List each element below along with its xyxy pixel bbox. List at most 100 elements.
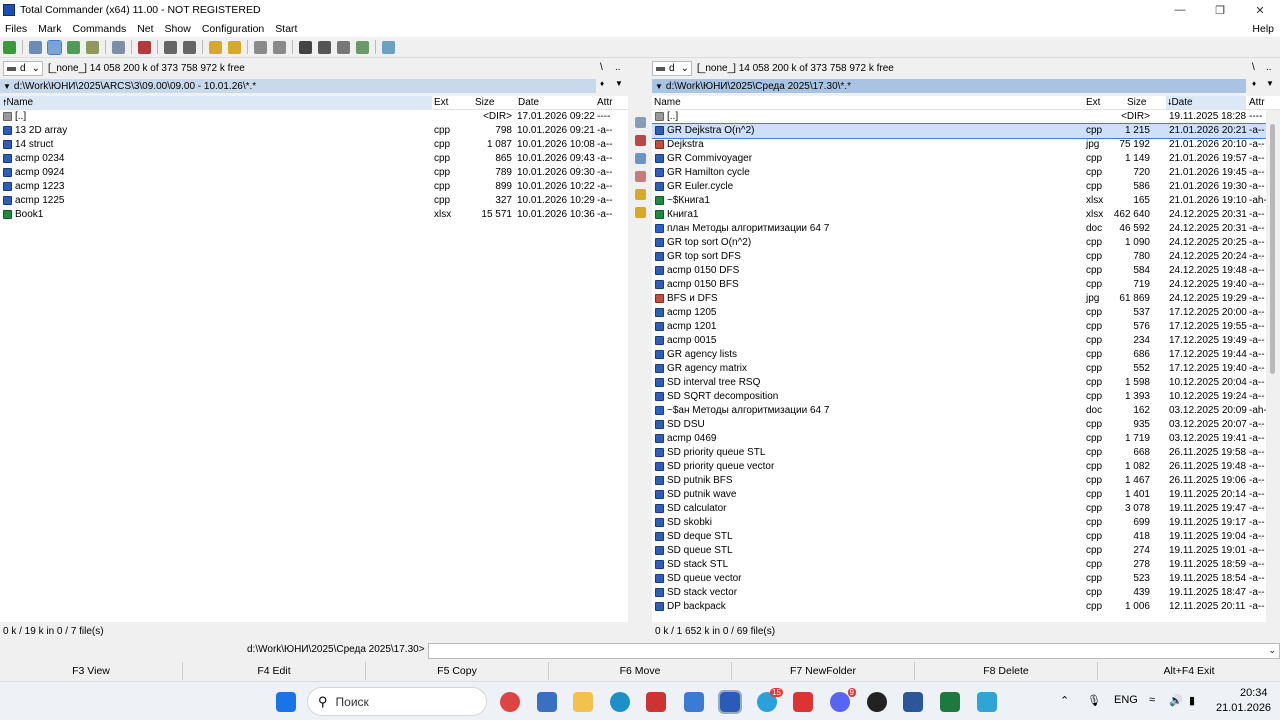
- app-icon-red[interactable]: [646, 692, 666, 712]
- clock-date[interactable]: 21.01.2026: [1216, 702, 1271, 714]
- url-icon[interactable]: [356, 40, 369, 54]
- menu-files[interactable]: Files: [5, 23, 27, 35]
- file-row[interactable]: acmp 0150 DFS cpp 584 24.12.2025 19:48 -a--: [652, 264, 1266, 278]
- file-row[interactable]: Dejkstra jpg 75 192 21.01.2026 20:10 -a--: [652, 138, 1266, 152]
- app-icon-cyan[interactable]: [977, 692, 997, 712]
- view-file-icon[interactable]: [634, 117, 646, 128]
- left-header-name[interactable]: 🠕Name: [0, 96, 432, 109]
- file-row[interactable]: GR Hamilton cycle cpp 720 21.01.2026 19:45-…: [652, 166, 1266, 180]
- file-row[interactable]: SD interval tree RSQ cpp 1 598 10.12.2025 2…: [652, 376, 1266, 390]
- copy-file-icon[interactable]: [634, 153, 646, 164]
- wifi-icon[interactable]: ≈: [1149, 694, 1155, 706]
- f8-delete-button[interactable]: F8 Delete: [915, 662, 1098, 680]
- battery-icon[interactable]: ▮: [1189, 694, 1195, 707]
- f4-edit-button[interactable]: F4 Edit: [183, 662, 366, 680]
- file-row[interactable]: Book1 xlsx 15 571 10.01.2026 10:36 -a--: [0, 208, 628, 222]
- file-row[interactable]: GR top sort O(n^2) cpp 1 090 24.12.2025 20:…: [652, 236, 1266, 250]
- pack-icon[interactable]: [209, 40, 222, 54]
- maximize-button[interactable]: ❐: [1200, 0, 1240, 20]
- f3-view-button[interactable]: F3 View: [0, 662, 183, 680]
- file-row[interactable]: 13 2D array cpp 798 10.01.2026 09:21 -a--: [0, 124, 628, 138]
- file-row[interactable]: SD queue STL cpp 274 19.11.2025 19:01 -a--: [652, 544, 1266, 558]
- sync-dirs-icon[interactable]: [273, 40, 286, 54]
- file-row[interactable]: acmp 1225 cpp 327 10.01.2026 10:29 -a--: [0, 194, 628, 208]
- right-scrollbar-thumb[interactable]: [1270, 124, 1275, 374]
- forward-icon[interactable]: [183, 40, 196, 54]
- left-hotlist-icon[interactable]: ▼: [615, 79, 623, 88]
- file-row[interactable]: SD DSU cpp 935 03.12.2025 20:07 -a--: [652, 418, 1266, 432]
- right-hotlist-icon[interactable]: ▼: [1266, 79, 1274, 88]
- delete-icon[interactable]: [634, 207, 646, 218]
- file-row[interactable]: SD SQRT decomposition cpp 1 393 10.12.2025 …: [652, 390, 1266, 404]
- back-icon[interactable]: [164, 40, 177, 54]
- menu-start[interactable]: Start: [275, 23, 297, 35]
- file-row[interactable]: [..] <DIR> 19.11.2025 18:28 ----: [652, 110, 1266, 124]
- file-row[interactable]: acmp 0234 cpp 865 10.01.2026 09:43 -a--: [0, 152, 628, 166]
- right-path-bar[interactable]: ▼ d:\Work\ЮНИ\2025\Среда 2025\17.30\*.*: [652, 79, 1246, 93]
- word-icon[interactable]: [903, 692, 923, 712]
- sort-icon[interactable]: [112, 40, 125, 54]
- file-row[interactable]: SD calculator cpp 3 078 19.11.2025 19:47 -a-…: [652, 502, 1266, 516]
- tree-icon[interactable]: [86, 40, 99, 54]
- left-root-button[interactable]: \: [600, 62, 603, 73]
- menu-configuration[interactable]: Configuration: [202, 23, 264, 35]
- full-view-icon[interactable]: [47, 39, 62, 55]
- left-header-ext[interactable]: Ext: [434, 97, 448, 108]
- file-row[interactable]: SD deque STL cpp 418 19.11.2025 19:04 -a--: [652, 530, 1266, 544]
- taskbar-search[interactable]: ⚲ Поиск: [307, 687, 487, 716]
- menu-commands[interactable]: Commands: [73, 23, 127, 35]
- f5-copy-button[interactable]: F5 Copy: [366, 662, 549, 680]
- right-history-icon[interactable]: ♦: [1252, 79, 1256, 88]
- right-header-name[interactable]: Name: [654, 97, 681, 108]
- file-row[interactable]: SD priority queue STL cpp 668 26.11.2025 19…: [652, 446, 1266, 460]
- discord-icon[interactable]: 9: [830, 688, 856, 712]
- file-row[interactable]: SD putnik wave cpp 1 401 19.11.2025 20:14 -a…: [652, 488, 1266, 502]
- command-input[interactable]: ⌄: [428, 643, 1280, 659]
- notepad-icon[interactable]: [382, 40, 395, 54]
- file-row[interactable]: acmp 1205 cpp 537 17.12.2025 20:00 -a--: [652, 306, 1266, 320]
- invert-selection-icon[interactable]: [138, 40, 151, 54]
- file-row[interactable]: acmp 0150 BFS cpp 719 24.12.2025 19:40 -a--: [652, 278, 1266, 292]
- file-row[interactable]: GR top sort DFS cpp 780 24.12.2025 20:24 -a-…: [652, 250, 1266, 264]
- refresh-icon[interactable]: [3, 40, 16, 54]
- f7-newfolder-button[interactable]: F7 NewFolder: [732, 662, 915, 680]
- file-row[interactable]: Книга1 xlsx 462 640 24.12.2025 20:31 -a--: [652, 208, 1266, 222]
- file-row[interactable]: SD putnik BFS cpp 1 467 26.11.2025 19:06 -a-…: [652, 474, 1266, 488]
- file-row[interactable]: acmp 0924 cpp 789 10.01.2026 09:30 -a--: [0, 166, 628, 180]
- minimize-button[interactable]: —: [1160, 0, 1200, 20]
- volume-icon[interactable]: 🔊: [1169, 694, 1183, 707]
- move-file-icon[interactable]: [634, 171, 646, 182]
- left-header-date[interactable]: Date: [518, 97, 539, 108]
- new-folder-icon[interactable]: [634, 189, 646, 200]
- file-row[interactable]: GR agency lists cpp 686 17.12.2025 19:44 -a-…: [652, 348, 1266, 362]
- right-up-button[interactable]: ..: [1266, 62, 1272, 73]
- language-indicator[interactable]: ENG: [1114, 694, 1138, 706]
- close-button[interactable]: ✕: [1240, 0, 1280, 20]
- right-scrollbar[interactable]: [1267, 110, 1279, 622]
- menu-help[interactable]: Help: [1252, 23, 1274, 35]
- unpack-icon[interactable]: [228, 40, 241, 54]
- menu-net[interactable]: Net: [137, 23, 153, 35]
- store-icon[interactable]: [537, 692, 557, 712]
- file-row[interactable]: GR Euler.cycle cpp 586 21.01.2026 19:30 -a--: [652, 180, 1266, 194]
- multi-rename-icon[interactable]: [318, 40, 331, 54]
- right-header-attr[interactable]: Attr: [1249, 97, 1265, 108]
- file-row[interactable]: ~$ан Методы алгоритмизации 64 7 doc 162 03.…: [652, 404, 1266, 418]
- alt-f4-exit-button[interactable]: Alt+F4 Exit: [1098, 662, 1280, 680]
- file-row[interactable]: acmp 1223 cpp 899 10.01.2026 10:22 -a--: [0, 180, 628, 194]
- f6-move-button[interactable]: F6 Move: [549, 662, 732, 680]
- thumbnails-icon[interactable]: [67, 40, 80, 54]
- file-row[interactable]: GR Commivoyager cpp 1 149 21.01.2026 19:57-…: [652, 152, 1266, 166]
- clock-time[interactable]: 20:34: [1240, 687, 1268, 699]
- file-row[interactable]: ~$Книга1 xlsx 165 21.01.2026 19:10 -ah-: [652, 194, 1266, 208]
- file-row[interactable]: acmp 0015 cpp 234 17.12.2025 19:49 -a--: [652, 334, 1266, 348]
- right-header-date[interactable]: 🠗Date: [1166, 96, 1246, 109]
- microphone-icon[interactable]: 🎙: [1087, 694, 1101, 707]
- left-drive-select[interactable]: d ⌄: [3, 60, 43, 76]
- right-root-button[interactable]: \: [1252, 62, 1255, 73]
- chevron-up-icon[interactable]: ⌃: [1060, 694, 1069, 707]
- file-row[interactable]: GR Dejkstra O(n^2) cpp 1 215 21.01.2026 20:…: [652, 123, 1266, 139]
- brief-view-icon[interactable]: [29, 40, 42, 54]
- file-row[interactable]: [..] <DIR> 17.01.2026 09:22 ----: [0, 110, 628, 124]
- left-header-attr[interactable]: Attr: [597, 97, 613, 108]
